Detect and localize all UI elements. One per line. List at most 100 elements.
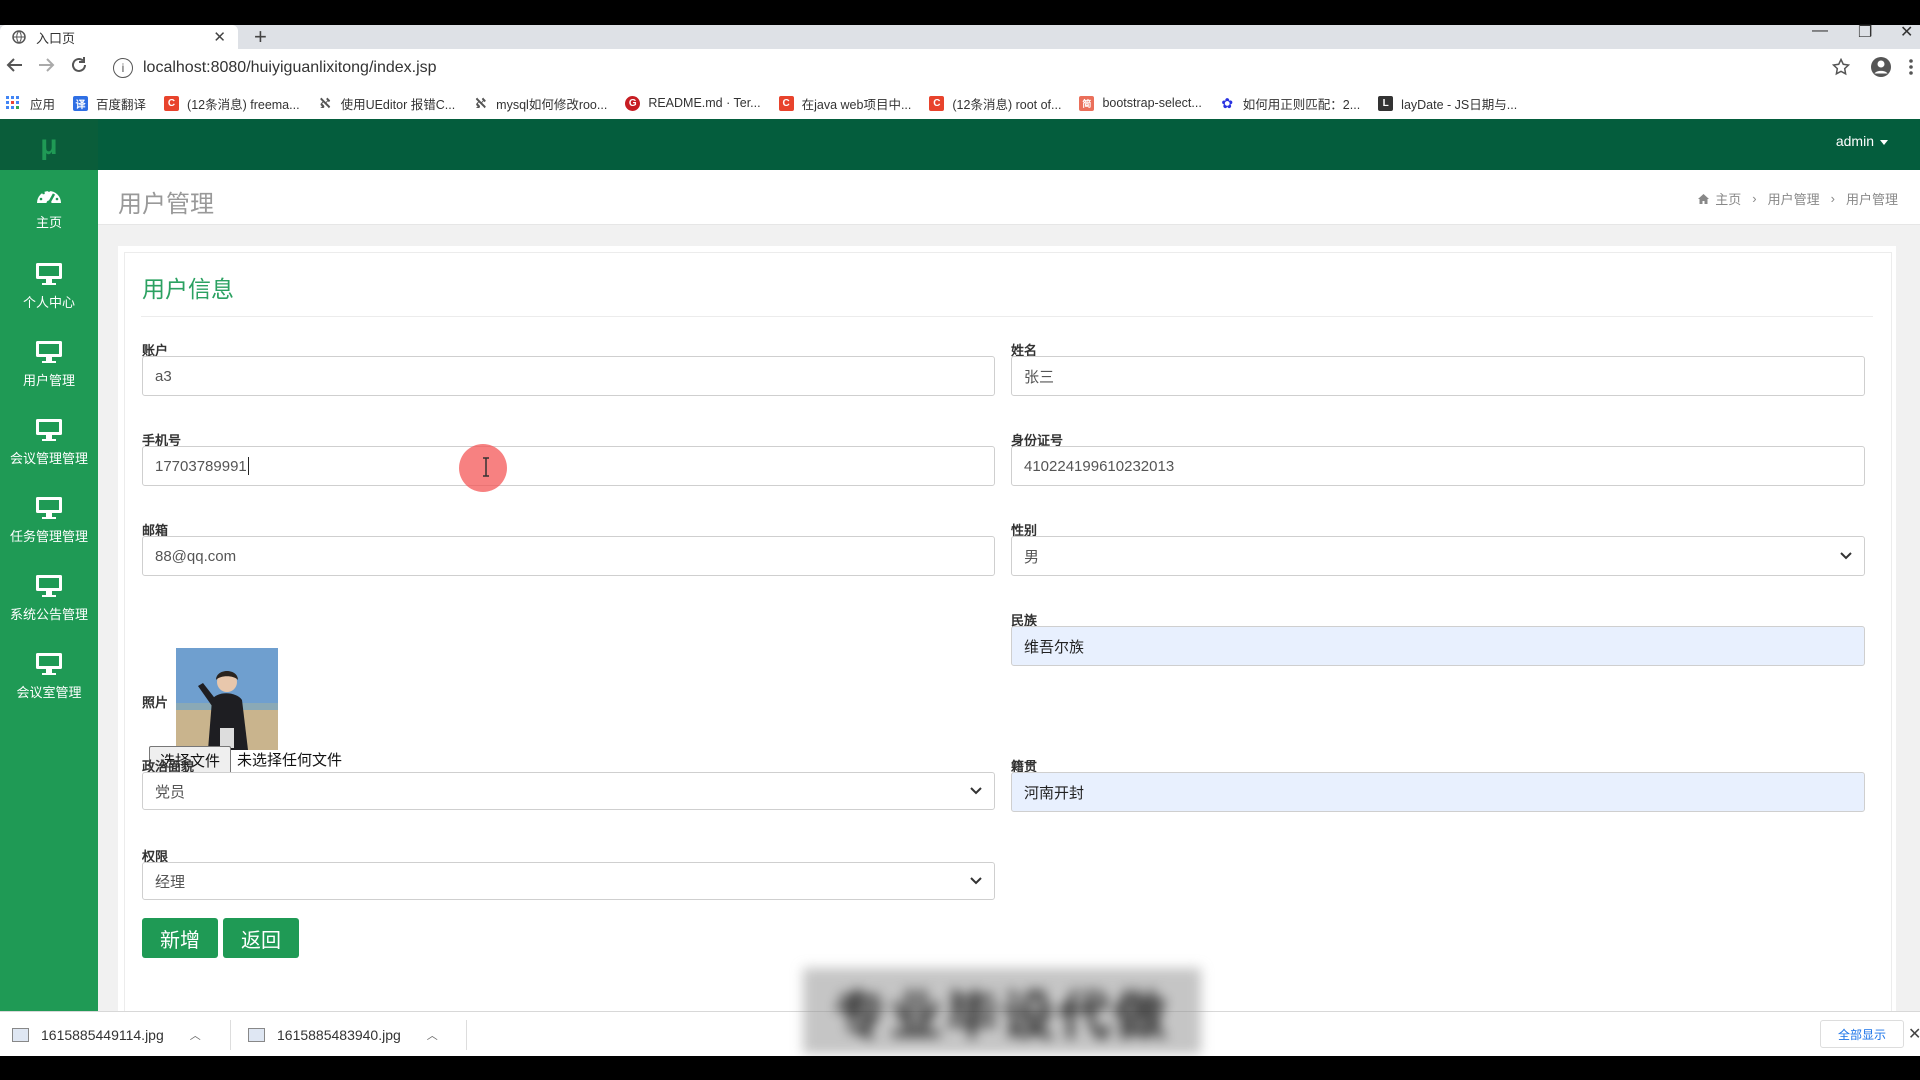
form-title-divider (141, 316, 1873, 317)
content-area: 用户信息 账户 a3 姓名 张三 手机号 17703789991 身份证号 41… (98, 225, 1920, 1011)
forward-arrow-icon[interactable] (37, 56, 55, 74)
sidebar-item-home[interactable]: 主页 (0, 170, 98, 248)
native-place-input[interactable]: 河南开封 (1011, 772, 1865, 812)
monitor-icon (35, 638, 63, 682)
bookmark-item[interactable]: ℵ mysql如何修改roo... (473, 94, 607, 113)
download-separator (230, 1020, 231, 1050)
name-value: 张三 (1024, 368, 1055, 386)
account-value: a3 (155, 367, 172, 385)
web-page: μ 主页 个人中心 用户管理 会议管理管理 任务管理管理 系统公告管理 会议室管… (0, 119, 1920, 1011)
kebab-menu-icon[interactable] (1908, 58, 1914, 76)
user-menu[interactable]: admin (1836, 133, 1888, 149)
download-separator (466, 1020, 467, 1050)
bookmark-item[interactable]: LlayDate - JS日期与... (1378, 94, 1517, 113)
show-all-downloads-button[interactable]: 全部显示 (1820, 1020, 1904, 1048)
baidu-paw-icon: ✿ (1219, 94, 1235, 111)
bookmark-item[interactable]: C (12条消息) freema... (164, 94, 300, 113)
user-photo (176, 648, 278, 750)
form-panel: 用户信息 账户 a3 姓名 张三 手机号 17703789991 身份证号 41… (118, 246, 1896, 1011)
new-tab-button[interactable]: + (254, 24, 267, 50)
political-select[interactable]: 党员 (142, 772, 995, 810)
tab-title: 入口页 (36, 30, 76, 46)
monitor-icon (35, 560, 63, 604)
download-filename: 1615885449114.jpg (41, 1026, 164, 1043)
profile-avatar-icon[interactable] (1870, 56, 1892, 78)
jianshu-icon: 简 (1079, 95, 1095, 111)
role-select[interactable]: 经理 (142, 862, 995, 900)
email-input[interactable]: 88@qq.com (142, 536, 995, 576)
top-letterbox (0, 0, 1920, 25)
chevron-down-icon (970, 877, 982, 885)
tab-strip (0, 25, 1920, 49)
breadcrumb-item[interactable]: 用户管理 (1768, 189, 1820, 208)
account-input[interactable]: a3 (142, 356, 995, 396)
back-button[interactable]: 返回 (223, 918, 299, 958)
sidebar-item-meeting-room-management[interactable]: 会议室管理 (0, 638, 98, 716)
apps-grid-icon (6, 96, 20, 110)
sidebar-item-meeting-management[interactable]: 会议管理管理 (0, 404, 98, 482)
bookmark-item[interactable]: 应用 (6, 94, 55, 113)
bottom-letterbox (0, 1056, 1920, 1080)
form-box: 用户信息 账户 a3 姓名 张三 手机号 17703789991 身份证号 41… (124, 252, 1892, 1011)
bookmark-item[interactable]: C (12条消息) root of... (929, 94, 1061, 113)
image-file-icon (12, 1027, 29, 1042)
sidebar-item-user-management[interactable]: 用户管理 (0, 326, 98, 404)
gender-select[interactable]: 男 (1011, 536, 1865, 576)
bookmark-star-icon[interactable] (1832, 58, 1850, 76)
ethnicity-value: 维吾尔族 (1024, 638, 1085, 656)
monitor-icon (35, 248, 63, 292)
caret-down-icon (1880, 139, 1888, 145)
user-name: admin (1835, 133, 1874, 149)
reload-icon[interactable] (70, 56, 88, 74)
chevron-down-icon (970, 787, 982, 795)
phone-input[interactable]: 17703789991 (142, 446, 995, 486)
add-button[interactable]: 新增 (142, 918, 218, 958)
bookmark-item[interactable]: 简 bootstrap-select... (1079, 95, 1202, 111)
chevron-up-icon[interactable]: ︿ (190, 1027, 201, 1043)
chevron-up-icon[interactable]: ︿ (427, 1027, 438, 1043)
breadcrumb-home[interactable]: 主页 (1715, 189, 1741, 208)
download-item[interactable]: 1615885483940.jpg ︿ (248, 1012, 438, 1057)
text-cursor (247, 457, 249, 475)
top-navbar: admin (98, 119, 1920, 170)
photo-label: 照片 (142, 695, 169, 710)
back-arrow-icon[interactable] (6, 56, 24, 74)
ethnicity-input[interactable]: 维吾尔族 (1011, 626, 1865, 666)
globe-icon (12, 30, 26, 44)
minimize-button[interactable]: — (1812, 22, 1828, 40)
blurred-watermark: 专业毕设代做 (803, 968, 1201, 1054)
bookmark-item[interactable]: 译百度翻译 (73, 94, 146, 113)
address-bar[interactable]: i localhost:8080/huiyiguanlixitong/index… (105, 54, 1855, 82)
csdn-icon: C (929, 95, 945, 111)
layui-icon: L (1378, 95, 1394, 111)
sidebar-item-personal-center[interactable]: 个人中心 (0, 248, 98, 326)
breadcrumb-current: 用户管理 (1845, 192, 1898, 207)
ueditor-icon: ℵ (473, 94, 489, 111)
close-downloads-icon[interactable]: ✕ (1908, 1024, 1920, 1044)
sidebar-item-announcement-management[interactable]: 系统公告管理 (0, 560, 98, 638)
page-header: 用户管理 主页 › 用户管理 › 用户管理 (98, 170, 1920, 225)
bookmark-item[interactable]: ✿ 如何用正则匹配：2... (1219, 94, 1360, 113)
window-close-button[interactable]: ✕ (1900, 22, 1913, 42)
idcard-value: 410224199610232013 (1024, 457, 1175, 475)
bookmark-item[interactable]: ℵ 使用UEditor 报错C... (317, 94, 455, 113)
site-info-icon[interactable]: i (113, 58, 133, 78)
bookmark-item[interactable]: C 在java web项目中... (778, 94, 911, 113)
browser-tab[interactable]: 入口页 ✕ (0, 25, 238, 49)
tab-close-icon[interactable]: ✕ (213, 28, 226, 46)
bookmark-item[interactable]: G README.md · Ter... (625, 95, 761, 111)
phone-value: 17703789991 (155, 457, 247, 475)
url-text: localhost:8080/huiyiguanlixitong/index.j… (143, 59, 437, 76)
form-title: 用户信息 (142, 276, 234, 302)
dashboard-icon (35, 170, 63, 212)
restore-button[interactable]: ❐ (1858, 22, 1872, 42)
breadcrumb-separator: › (1830, 191, 1835, 206)
download-item[interactable]: 1615885449114.jpg ︿ (12, 1012, 201, 1057)
gender-value: 男 (1024, 548, 1040, 566)
app-logo[interactable]: μ (0, 119, 98, 170)
political-value: 党员 (155, 783, 186, 801)
csdn-icon: C (164, 95, 180, 111)
idcard-input[interactable]: 410224199610232013 (1011, 446, 1865, 486)
sidebar-item-task-management[interactable]: 任务管理管理 (0, 482, 98, 560)
name-input[interactable]: 张三 (1011, 356, 1865, 396)
